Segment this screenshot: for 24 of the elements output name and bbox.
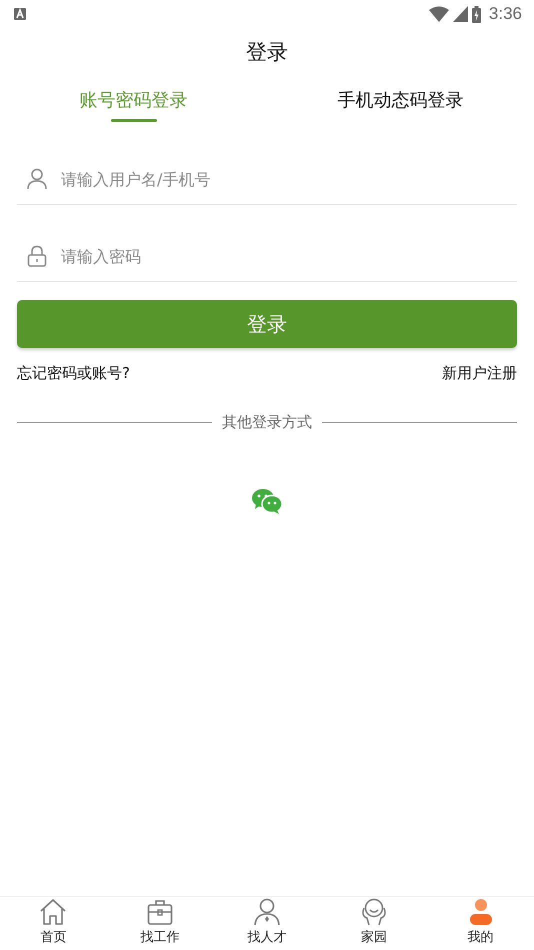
signal-icon (452, 6, 468, 22)
register-link[interactable]: 新用户注册 (442, 364, 517, 383)
nav-tab[interactable]: 找工作 (106, 897, 214, 950)
person-outline-icon (254, 898, 280, 926)
battery-icon (472, 6, 481, 22)
chat-bubbles-icon[interactable] (251, 488, 283, 514)
user-icon (27, 168, 47, 190)
forgot-password-link[interactable]: 忘记密码或账号? (17, 364, 130, 383)
nav-tab[interactable]: 找人才 (214, 897, 320, 950)
login-button[interactable]: 登录 (17, 300, 517, 348)
notification-icon (14, 8, 26, 20)
login-tab[interactable]: 手机动态码登录 (267, 84, 534, 122)
clock-time: 3:36 (488, 4, 522, 24)
nav-tab[interactable]: 家园 (320, 897, 428, 950)
nav-tab[interactable]: 首页 (0, 897, 107, 950)
page-title: 登录 (245, 39, 289, 66)
home-icon (39, 898, 68, 926)
briefcase-icon (147, 898, 174, 926)
lock-icon (27, 245, 47, 267)
smiling-face-icon (360, 898, 388, 926)
nav-tab[interactable]: 我的 (427, 897, 534, 950)
other-methods-label: 其他登录方式 (222, 413, 312, 432)
wifi-icon (428, 6, 449, 22)
person-icon (468, 898, 494, 926)
